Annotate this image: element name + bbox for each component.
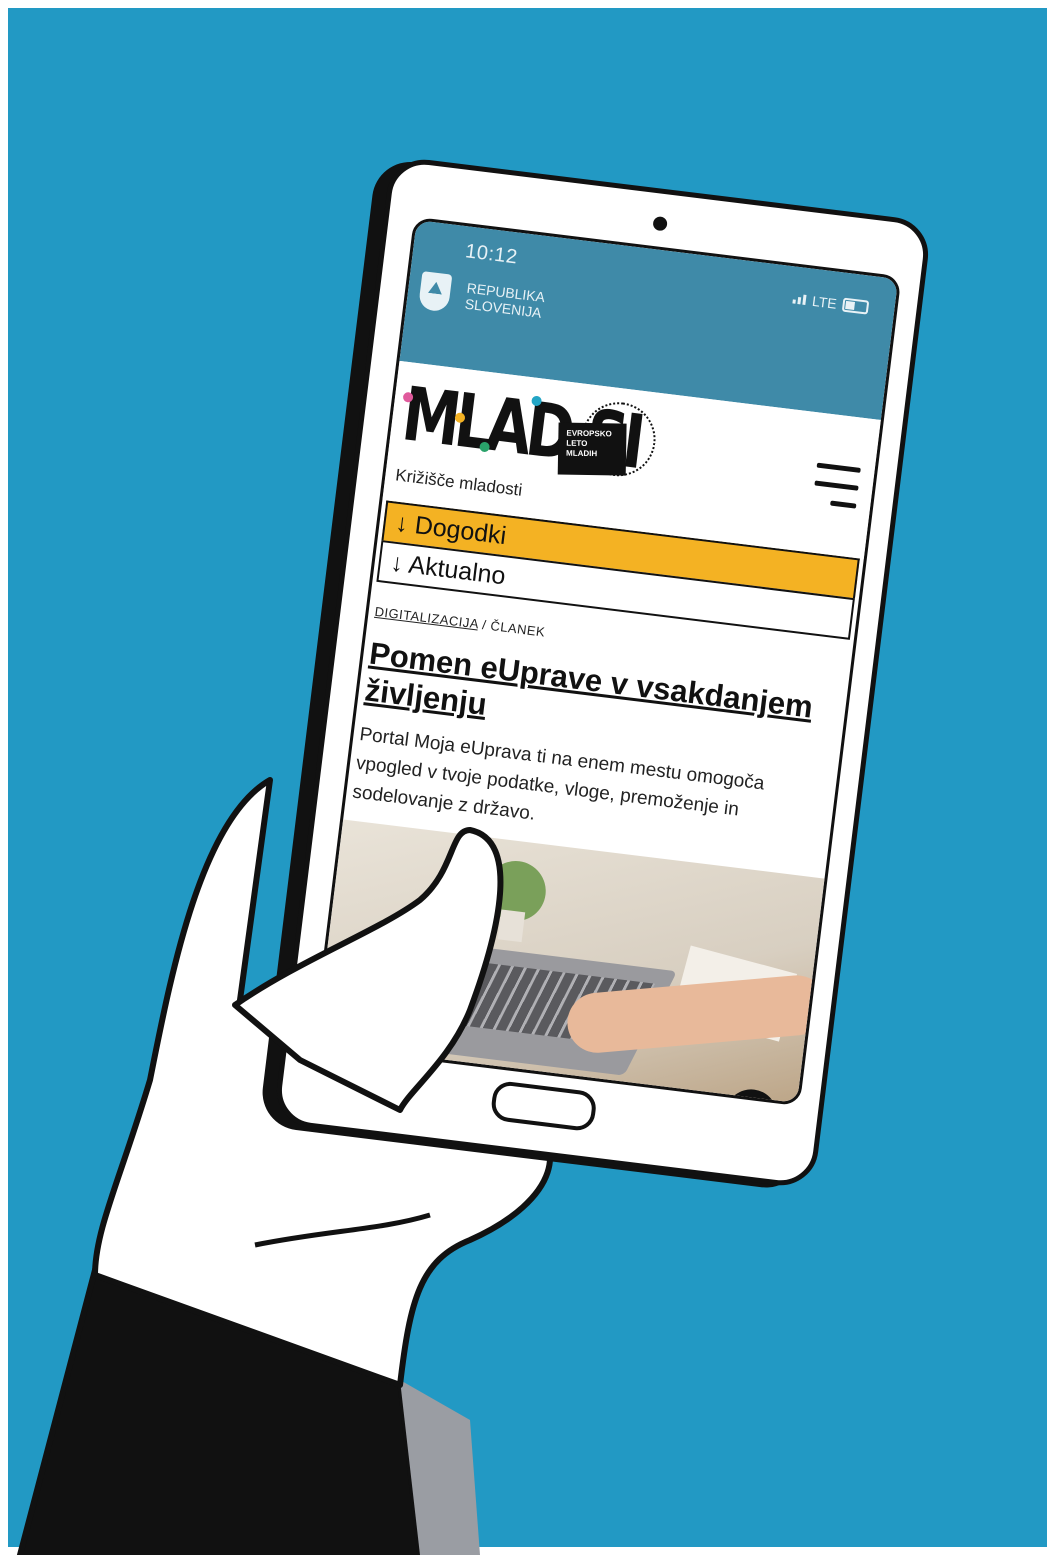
breadcrumb-separator: / [481,617,488,633]
battery-icon [841,297,870,315]
phone-screen: 10:12 LTE REPUBLIKA SLOVENIJA MLAD.SI EV… [312,216,902,1107]
clock: 10:12 [463,240,519,269]
breadcrumb-category-link[interactable]: DIGITALIZACIJA [374,604,479,632]
gov-name: REPUBLIKA SLOVENIJA [464,280,546,321]
plant-pot [497,909,526,943]
eyl-line3: MLADIH [565,448,598,459]
site-tagline: Križišče mladosti [394,465,524,500]
slovenia-crest-icon [417,271,453,313]
menu-item-label: Aktualno [407,550,508,591]
eyl-badge[interactable]: EVROPSKO LETO MLADIH [557,422,627,476]
network-status: LTE [792,291,870,316]
hamburger-icon[interactable] [811,462,861,516]
arrow-down-icon: ↓ [394,508,410,539]
gov-header[interactable]: REPUBLIKA SLOVENIJA [417,271,546,324]
menu-item-label: Dogodki [413,511,508,551]
eyl-line1: EVROPSKO [566,428,612,439]
eyl-line2: LETO [566,438,588,448]
arrow-down-icon: ↓ [389,548,405,578]
breadcrumb-type: ČLANEK [489,618,547,640]
network-label: LTE [811,292,838,312]
signal-icon [792,294,807,306]
